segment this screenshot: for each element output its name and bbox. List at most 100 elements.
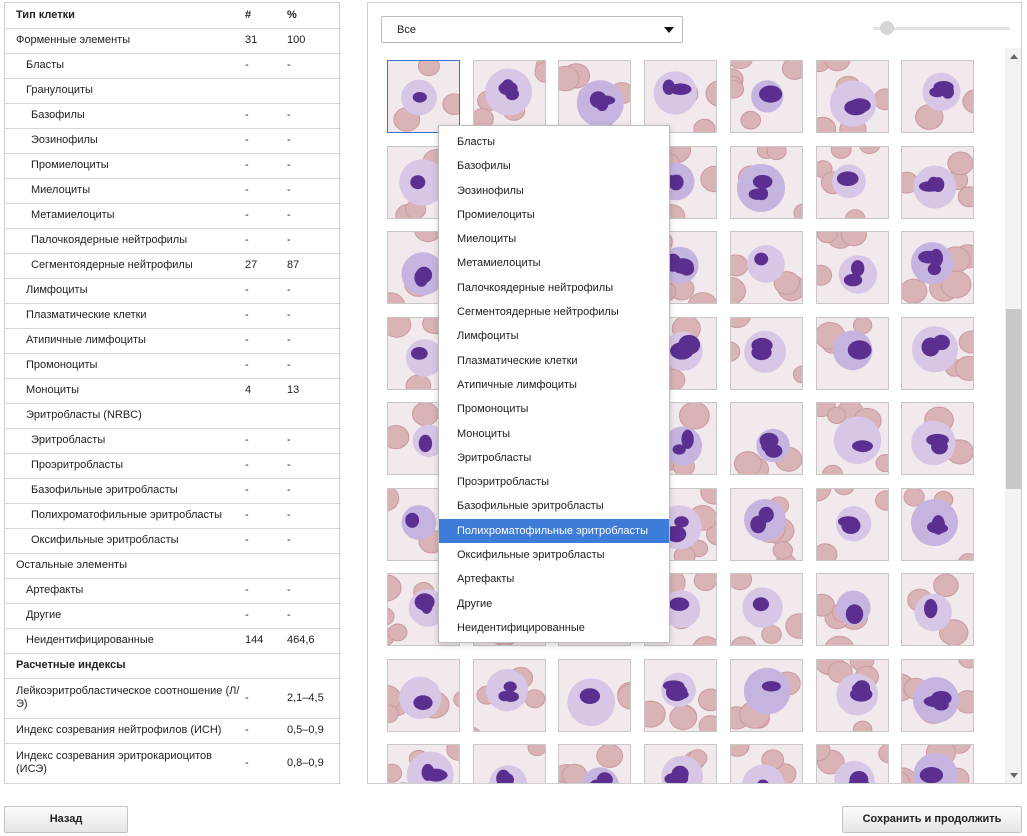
scroll-up-arrow-icon[interactable] [1005, 48, 1021, 65]
zoom-slider-thumb[interactable] [880, 21, 894, 35]
cell-count: - [245, 128, 287, 154]
dropdown-option[interactable]: Палочкоядерные нейтрофилы [439, 276, 669, 300]
cell-image-tile[interactable] [730, 146, 803, 219]
dropdown-option[interactable]: Другие [439, 592, 669, 616]
cell-image-tile[interactable] [816, 744, 889, 783]
cell-image-tile[interactable] [816, 146, 889, 219]
cell-image-tile[interactable] [901, 488, 974, 561]
blood-cell-image [731, 403, 802, 474]
cell-count: - [245, 203, 287, 229]
dropdown-option[interactable]: Миелоциты [439, 227, 669, 251]
cell-image-tile[interactable] [730, 60, 803, 133]
gallery-scrollbar[interactable] [1005, 48, 1021, 783]
cell-percent: - [287, 428, 341, 454]
cell-image-tile[interactable] [387, 60, 460, 133]
cell-image-tile[interactable] [816, 317, 889, 390]
cell-type-name: Миелоциты [5, 178, 245, 204]
dropdown-option[interactable]: Плазматические клетки [439, 349, 669, 373]
cell-image-tile[interactable] [473, 60, 546, 133]
cell-count: - [245, 103, 287, 129]
cell-image-tile[interactable] [558, 60, 631, 133]
cell-image-tile[interactable] [901, 231, 974, 304]
dropdown-option[interactable]: Эритробласты [439, 446, 669, 470]
table-row: Плазматические клетки - - [5, 303, 341, 329]
blood-cell-image [559, 660, 630, 731]
scroll-down-arrow-icon[interactable] [1005, 767, 1021, 783]
cell-image-tile[interactable] [816, 488, 889, 561]
dropdown-option[interactable]: Проэритробласты [439, 470, 669, 494]
dropdown-option[interactable]: Полихроматофильные эритробласты [439, 518, 669, 544]
cell-image-tile[interactable] [558, 659, 631, 732]
dropdown-option[interactable]: Атипичные лимфоциты [439, 373, 669, 397]
cell-percent: 464,6 [287, 628, 341, 654]
cell-image-tile[interactable] [901, 146, 974, 219]
dropdown-option[interactable]: Моноциты [439, 422, 669, 446]
table-row: Миелоциты - - [5, 178, 341, 204]
cell-image-tile[interactable] [901, 60, 974, 133]
dropdown-option[interactable]: Промоноциты [439, 397, 669, 421]
cell-image-tile[interactable] [816, 659, 889, 732]
cell-image-tile[interactable] [816, 573, 889, 646]
scrollbar-thumb[interactable] [1006, 309, 1021, 489]
blood-cell-image [731, 489, 802, 560]
dropdown-option[interactable]: Лимфоциты [439, 324, 669, 348]
cell-image-tile[interactable] [473, 659, 546, 732]
cell-image-tile[interactable] [901, 744, 974, 783]
cell-type-name: Лимфоциты [5, 278, 245, 304]
cell-image-tile[interactable] [816, 231, 889, 304]
cell-type-filter-select[interactable]: Все [381, 16, 683, 43]
dropdown-option[interactable]: Оксифильные эритробласты [439, 543, 669, 567]
cell-percent: - [287, 178, 341, 204]
table-row: Оксифильные эритробласты - - [5, 528, 341, 554]
cell-image-tile[interactable] [901, 573, 974, 646]
cell-type-name: Другие [5, 603, 245, 629]
cell-image-tile[interactable] [901, 402, 974, 475]
cell-count: - [245, 278, 287, 304]
dropdown-option[interactable]: Бласты [439, 130, 669, 154]
cell-image-tile[interactable] [387, 659, 460, 732]
cell-image-tile[interactable] [730, 744, 803, 783]
cell-image-tile[interactable] [730, 659, 803, 732]
blood-cell-image [817, 489, 888, 560]
blood-cell-image [731, 745, 802, 783]
blood-cell-image [388, 745, 459, 783]
cell-image-tile[interactable] [387, 744, 460, 783]
cell-percent [287, 553, 341, 579]
save-and-continue-button[interactable]: Сохранить и продолжить [842, 806, 1022, 833]
cell-percent: 0,8–0,9 [287, 743, 341, 784]
cell-image-tile[interactable] [644, 659, 717, 732]
cell-image-tile[interactable] [730, 573, 803, 646]
cell-image-tile[interactable] [901, 659, 974, 732]
cell-image-tile[interactable] [644, 60, 717, 133]
cell-count-table: Тип клетки # % Форменные элементы 31 100 Бл… [5, 3, 341, 784]
dropdown-option[interactable]: Сегментоядерные нейтрофилы [439, 300, 669, 324]
cell-image-tile[interactable] [730, 231, 803, 304]
cell-image-tile[interactable] [816, 60, 889, 133]
dropdown-option[interactable]: Артефакты [439, 567, 669, 591]
cell-count [245, 403, 287, 429]
back-button[interactable]: Назад [4, 806, 128, 833]
dropdown-option[interactable]: Эозинофилы [439, 179, 669, 203]
blood-cell-image [902, 318, 973, 389]
cell-image-tile[interactable] [816, 402, 889, 475]
blood-cell-image [902, 232, 973, 303]
blood-cell-image [902, 489, 973, 560]
cell-image-tile[interactable] [730, 317, 803, 390]
dropdown-option[interactable]: Промиелоциты [439, 203, 669, 227]
table-row: Палочкоядерные нейтрофилы - - [5, 228, 341, 254]
dropdown-option[interactable]: Неидентифицированные [439, 616, 669, 640]
cell-percent: - [287, 228, 341, 254]
cell-image-tile[interactable] [730, 488, 803, 561]
cell-count: - [245, 178, 287, 204]
cell-image-tile[interactable] [558, 744, 631, 783]
dropdown-option[interactable]: Базофилы [439, 154, 669, 178]
blood-cell-image [645, 660, 716, 731]
dropdown-option[interactable]: Базофильные эритробласты [439, 494, 669, 518]
table-row: Промоноциты - - [5, 353, 341, 379]
cell-image-tile[interactable] [901, 317, 974, 390]
cell-image-tile[interactable] [644, 744, 717, 783]
zoom-slider[interactable] [873, 21, 1010, 35]
cell-image-tile[interactable] [473, 744, 546, 783]
dropdown-option[interactable]: Метамиелоциты [439, 251, 669, 275]
cell-image-tile[interactable] [730, 402, 803, 475]
